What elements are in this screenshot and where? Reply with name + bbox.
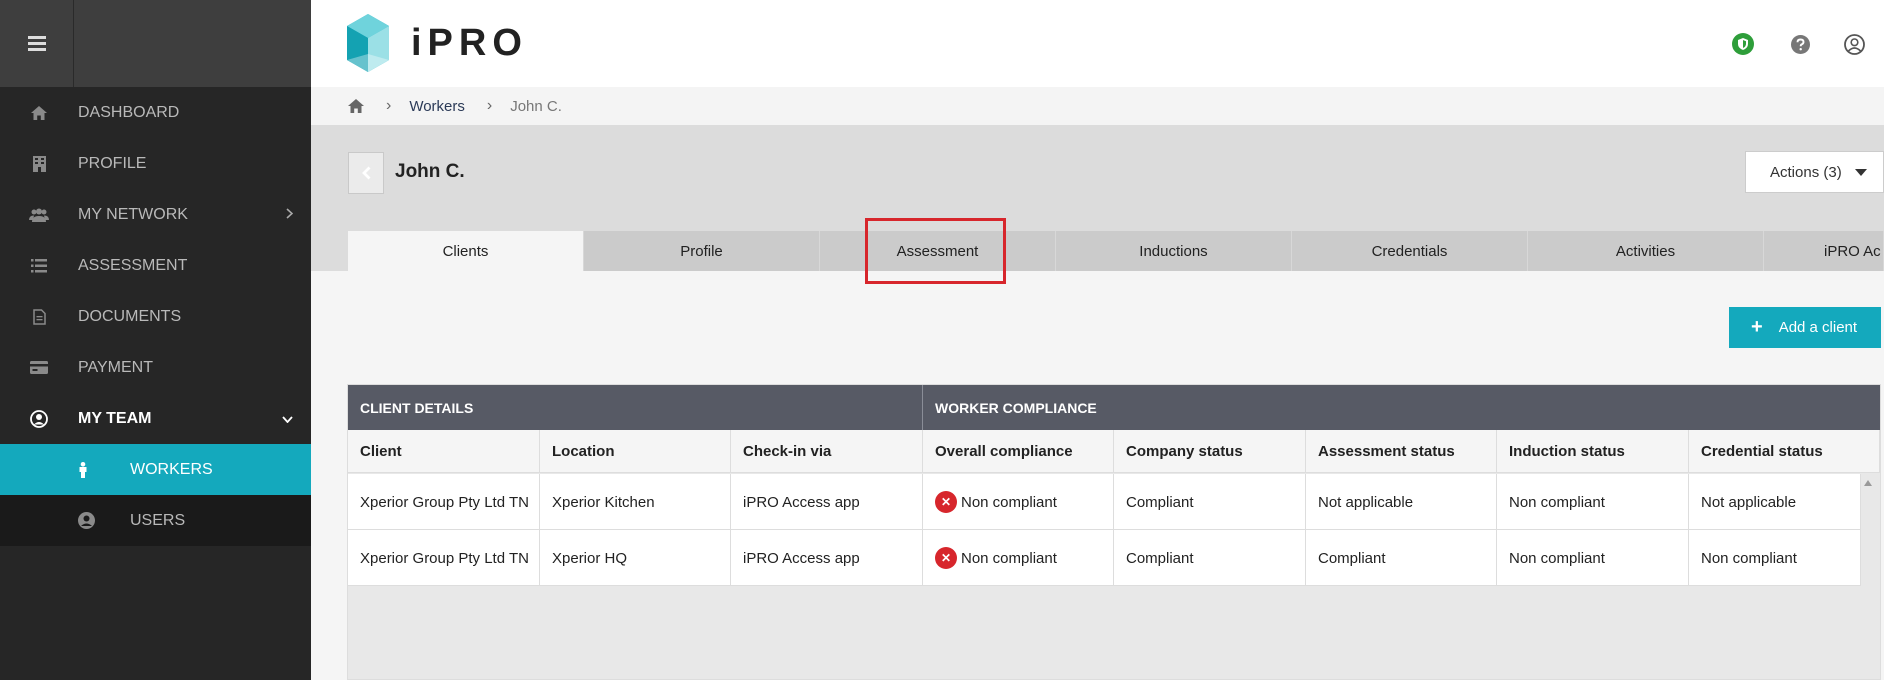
- cell-credential-status: Non compliant: [1689, 530, 1861, 586]
- column-header[interactable]: Location: [540, 430, 731, 473]
- chevron-right-icon: ›: [486, 97, 493, 114]
- sidebar-item-profile[interactable]: PROFILE: [0, 138, 311, 189]
- help-icon[interactable]: [1791, 35, 1810, 59]
- column-header[interactable]: Client: [348, 430, 540, 473]
- sidebar-item-label: MY NETWORK: [78, 205, 188, 223]
- table-row[interactable]: Xperior Group Pty Ltd TN Xperior HQ iPRO…: [348, 530, 1861, 586]
- sidebar-item-dashboard[interactable]: DASHBOARD: [0, 87, 311, 138]
- cell-company-status: Compliant: [1114, 474, 1306, 530]
- back-button[interactable]: [348, 152, 384, 194]
- table-header-row: Client Location Check-in via Overall com…: [348, 430, 1880, 473]
- tab-ipro-access[interactable]: iPRO Ac: [1764, 231, 1884, 271]
- cell-client: Xperior Group Pty Ltd TN: [348, 474, 540, 530]
- sidebar-item-my-team[interactable]: MY TEAM: [0, 393, 311, 444]
- error-icon: ✕: [935, 547, 957, 569]
- building-icon: [0, 155, 78, 172]
- cell-overall-compliance: ✕ Non compliant: [923, 474, 1114, 530]
- cell-location: Xperior Kitchen: [540, 474, 731, 530]
- chevron-down-icon: [282, 410, 293, 428]
- column-header[interactable]: Assessment status: [1306, 430, 1497, 473]
- sidebar-subitem-workers[interactable]: WORKERS: [0, 444, 311, 495]
- compliance-text: Non compliant: [961, 549, 1057, 567]
- cell-credential-status: Not applicable: [1689, 474, 1861, 530]
- cell-checkin: iPRO Access app: [731, 474, 923, 530]
- chevron-right-icon: [286, 206, 294, 224]
- user-circle-icon: [0, 409, 78, 428]
- cell-induction-status: Non compliant: [1497, 474, 1689, 530]
- chevron-left-icon: [361, 166, 370, 180]
- cell-overall-compliance: ✕ Non compliant: [923, 530, 1114, 586]
- group-header-worker-compliance: WORKER COMPLIANCE: [923, 385, 1880, 430]
- credit-card-icon: [0, 361, 78, 374]
- column-header[interactable]: Overall compliance: [923, 430, 1114, 473]
- tab-credentials[interactable]: Credentials: [1292, 231, 1528, 271]
- breadcrumb-current: John C.: [510, 97, 562, 115]
- column-header[interactable]: Check-in via: [731, 430, 923, 473]
- add-client-button[interactable]: + Add a client: [1729, 307, 1881, 348]
- top-header: iPRO: [311, 0, 1884, 87]
- sidebar: DASHBOARD PROFILE MY NETWORK ASSESSMENT …: [0, 0, 311, 680]
- chevron-right-icon: ›: [386, 97, 392, 114]
- tab-inductions[interactable]: Inductions: [1056, 231, 1292, 271]
- sidebar-subitem-users[interactable]: USERS: [0, 495, 311, 546]
- compliance-text: Non compliant: [961, 493, 1057, 511]
- sidebar-item-label: WORKERS: [130, 460, 213, 478]
- breadcrumb: › Workers › John C.: [311, 87, 1884, 125]
- sidebar-item-my-network[interactable]: MY NETWORK: [0, 189, 311, 240]
- cell-checkin: iPRO Access app: [731, 530, 923, 586]
- actions-dropdown-button[interactable]: Actions (3): [1745, 151, 1884, 193]
- scroll-up-arrow-icon[interactable]: [1864, 480, 1872, 486]
- sidebar-item-label: PROFILE: [78, 154, 147, 172]
- document-icon: [0, 308, 78, 325]
- logo-text: iPRO: [411, 21, 528, 64]
- sidebar-item-assessment[interactable]: ASSESSMENT: [0, 240, 311, 291]
- cell-location: Xperior HQ: [540, 530, 731, 586]
- tab-clients[interactable]: Clients: [348, 231, 584, 271]
- cell-client: Xperior Group Pty Ltd TN: [348, 530, 540, 586]
- cell-assessment-status: Not applicable: [1306, 474, 1497, 530]
- actions-label: Actions (3): [1770, 163, 1842, 181]
- breadcrumb-workers-link[interactable]: Workers: [409, 98, 465, 115]
- cell-company-status: Compliant: [1114, 530, 1306, 586]
- cell-induction-status: Non compliant: [1497, 530, 1689, 586]
- caret-down-icon: [1855, 169, 1867, 176]
- sidebar-item-documents[interactable]: DOCUMENTS: [0, 291, 311, 342]
- sidebar-item-label: PAYMENT: [78, 358, 153, 376]
- tab-activities[interactable]: Activities: [1528, 231, 1764, 271]
- clients-table: CLIENT DETAILS WORKER COMPLIANCE Client …: [347, 384, 1881, 680]
- sidebar-item-label: USERS: [130, 511, 186, 529]
- column-header[interactable]: Credential status: [1689, 430, 1880, 473]
- add-client-label: Add a client: [1778, 319, 1858, 336]
- column-header[interactable]: Induction status: [1497, 430, 1689, 473]
- table-row[interactable]: Xperior Group Pty Ltd TN Xperior Kitchen…: [348, 474, 1861, 530]
- tab-assessment[interactable]: Assessment: [820, 231, 1056, 271]
- home-icon[interactable]: [348, 99, 364, 113]
- ipro-logo[interactable]: iPRO: [347, 14, 528, 72]
- sidebar-item-label: ASSESSMENT: [78, 256, 188, 274]
- plus-icon: +: [1751, 316, 1763, 338]
- sidebar-item-label: DASHBOARD: [78, 103, 180, 121]
- worker-header-band: John C. Actions (3) Clients Profile Asse…: [311, 125, 1884, 271]
- user-circle-icon: [0, 512, 130, 529]
- sidebar-top: [0, 0, 311, 87]
- hamburger-icon: [27, 36, 46, 51]
- list-icon: [0, 258, 78, 273]
- home-icon: [0, 105, 78, 120]
- person-icon: [0, 461, 130, 478]
- page-title: John C.: [395, 161, 465, 182]
- sidebar-item-label: DOCUMENTS: [78, 307, 182, 325]
- account-icon[interactable]: [1844, 34, 1865, 60]
- tab-profile[interactable]: Profile: [584, 231, 820, 271]
- sidebar-item-label: MY TEAM: [78, 409, 152, 427]
- logo-mark-icon: [347, 14, 389, 72]
- tab-bar: Clients Profile Assessment Inductions Cr…: [348, 231, 1884, 271]
- column-header[interactable]: Company status: [1114, 430, 1306, 473]
- sidebar-item-payment[interactable]: PAYMENT: [0, 342, 311, 393]
- error-icon: ✕: [935, 491, 957, 513]
- users-icon: [0, 208, 78, 222]
- group-header-client-details: CLIENT DETAILS: [348, 385, 923, 430]
- shield-icon[interactable]: [1732, 33, 1754, 60]
- cell-assessment-status: Compliant: [1306, 530, 1497, 586]
- menu-toggle-button[interactable]: [0, 0, 74, 87]
